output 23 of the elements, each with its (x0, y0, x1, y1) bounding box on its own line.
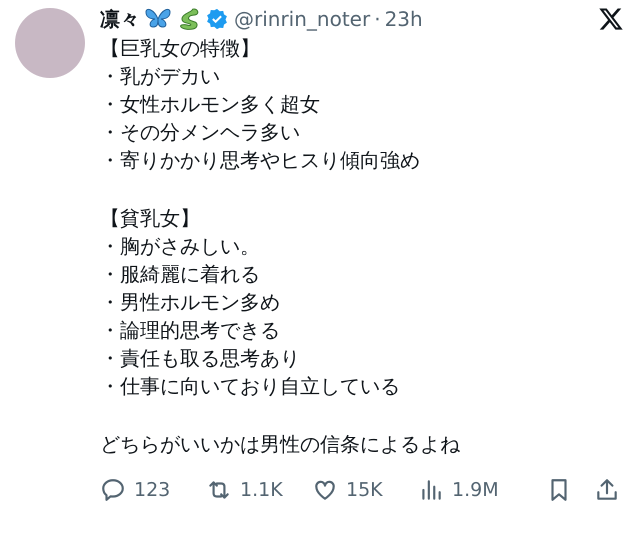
post-text-line: ・仕事に向いており自立している (100, 373, 401, 400)
post-text-line: ・その分メンヘラ多い (100, 119, 301, 146)
views-button[interactable]: 1.9M (418, 476, 524, 504)
post-text-line: どちらがいいかは男性の信条によるよね (100, 431, 461, 458)
post-text-line: ・胸がさみしい。 (100, 233, 261, 260)
like-button[interactable]: 15K (312, 476, 418, 504)
post-text-line: ・寄りかかり思考やヒスり傾向強め (100, 147, 421, 174)
post-time[interactable]: 23h (384, 4, 423, 34)
reply-button[interactable]: 123 (100, 476, 206, 504)
post-text-line: ・男性ホルモン多め (100, 289, 281, 316)
x-logo-icon[interactable] (598, 6, 624, 32)
repost-button[interactable]: 1.1K (206, 476, 312, 504)
post-text-line: ・乳がデカい (100, 63, 221, 90)
user-handle[interactable]: @rinrin_noter (234, 4, 370, 34)
post-text-line: ・服綺麗に着れる (100, 261, 261, 288)
post-text-line: 【貧乳女】 (100, 205, 201, 232)
post-text-line: 【巨乳女の特徴】 (100, 35, 261, 62)
speech-bubble-icon (100, 477, 126, 504)
post-text-line: ・女性ホルモン多く超女 (100, 91, 321, 118)
separator-dot: · (374, 6, 381, 33)
post-text-line: ・責任も取る思考あり (100, 345, 301, 372)
post-text-line: ・論理的思考できる (100, 317, 281, 344)
display-name[interactable]: 凛々 (100, 4, 140, 34)
